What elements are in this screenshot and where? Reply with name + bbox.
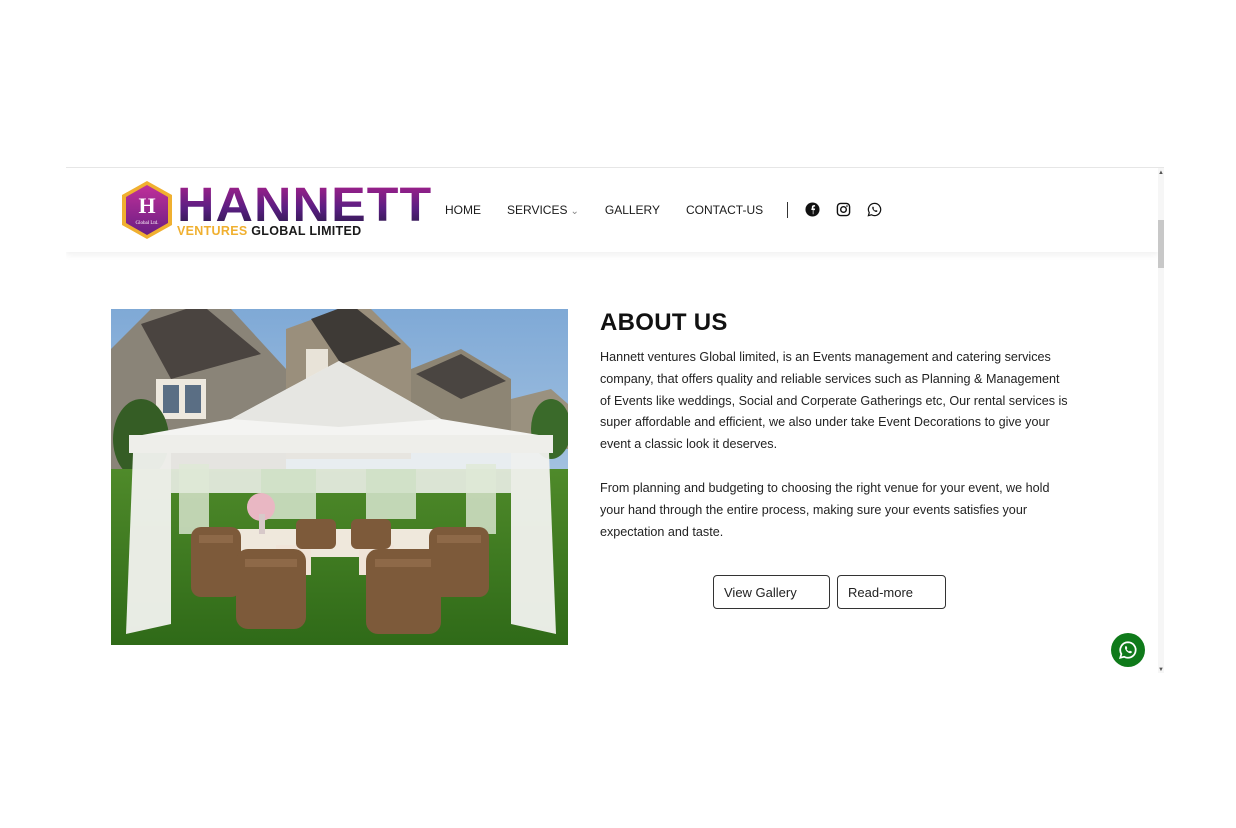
- nav-home[interactable]: HOME: [445, 203, 481, 217]
- scroll-down-arrow-icon[interactable]: ▼: [1158, 667, 1164, 673]
- svg-text:H: H: [138, 193, 155, 218]
- site-logo[interactable]: H Global Ltd. HANNETT VENTURES GLOBAL LI…: [120, 180, 431, 240]
- about-title: ABOUT US: [600, 309, 728, 336]
- whatsapp-float-button[interactable]: [1111, 633, 1145, 667]
- whatsapp-icon[interactable]: [867, 202, 882, 217]
- whatsapp-icon: [1118, 641, 1137, 659]
- scrollbar-thumb[interactable]: [1158, 220, 1164, 268]
- about-paragraph-1: Hannett ventures Global limited, is an E…: [600, 350, 1068, 452]
- about-buttons: View Gallery Read-more: [713, 575, 946, 609]
- site-header: H Global Ltd. HANNETT VENTURES GLOBAL LI…: [66, 168, 1158, 252]
- brand-subtitle: VENTURES GLOBAL LIMITED: [177, 224, 362, 238]
- nav-gallery[interactable]: GALLERY: [605, 203, 660, 217]
- logo-hexagon: H Global Ltd.: [122, 181, 172, 239]
- nav-divider: [787, 202, 788, 218]
- view-gallery-button[interactable]: View Gallery: [713, 575, 830, 609]
- read-more-button[interactable]: Read-more: [837, 575, 946, 609]
- scroll-up-arrow-icon[interactable]: ▲: [1158, 170, 1164, 176]
- brand-name: HANNETT: [177, 179, 433, 232]
- nav-services[interactable]: SERVICES ⌄: [507, 203, 579, 217]
- chevron-down-icon: ⌄: [570, 206, 579, 217]
- about-section: ABOUT US Hannett ventures Global limited…: [600, 309, 1070, 543]
- about-paragraph-2: From planning and budgeting to choosing …: [600, 480, 1050, 539]
- social-links: [805, 202, 882, 217]
- instagram-icon[interactable]: [836, 202, 851, 217]
- browser-viewport: H Global Ltd. HANNETT VENTURES GLOBAL LI…: [66, 167, 1164, 673]
- about-photo: [111, 309, 568, 645]
- nav-contact[interactable]: CONTACT-US: [686, 203, 763, 217]
- svg-text:Global Ltd.: Global Ltd.: [135, 221, 158, 226]
- facebook-icon[interactable]: [805, 202, 820, 217]
- main-nav: HOME SERVICES ⌄ GALLERY CONTACT-US: [445, 203, 789, 217]
